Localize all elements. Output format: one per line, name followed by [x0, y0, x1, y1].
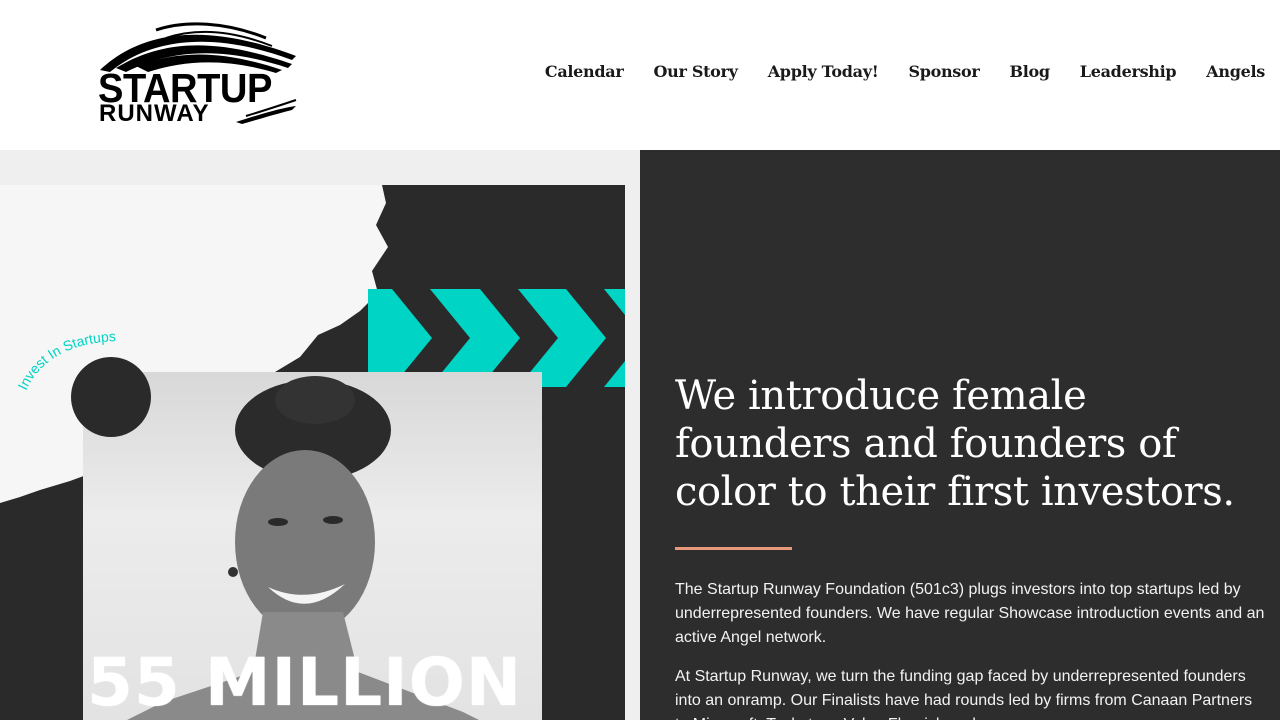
- promo-image: Invest In Startups 55 MILLION: [0, 185, 625, 720]
- startup-runway-logo[interactable]: STARTUP RUNWAY: [96, 16, 300, 128]
- hero-paragraph-1: The Startup Runway Foundation (501c3) pl…: [675, 581, 1265, 646]
- nav-calendar[interactable]: Calendar: [545, 62, 624, 81]
- hero-headline: We introduce female founders and founder…: [675, 373, 1235, 515]
- site-header: STARTUP RUNWAY Calendar Our Story Apply …: [0, 0, 1280, 150]
- founder-photo: 55 MILLION: [83, 372, 542, 720]
- nav-sponsor[interactable]: Sponsor: [908, 62, 979, 81]
- nav-leadership[interactable]: Leadership: [1080, 62, 1177, 81]
- main-nav: Calendar Our Story Apply Today! Sponsor …: [515, 62, 1265, 81]
- hero-panel: We introduce female founders and founder…: [640, 150, 1280, 720]
- nav-blog[interactable]: Blog: [1010, 62, 1051, 81]
- decorative-circle: [71, 357, 151, 437]
- nav-our-story[interactable]: Our Story: [653, 62, 738, 81]
- big-number-text: 55 MILLION: [87, 644, 523, 720]
- accent-divider: [675, 547, 792, 550]
- nav-angels[interactable]: Angels: [1206, 62, 1265, 81]
- promo-panel: Invest In Startups 55 MILLION: [0, 150, 640, 720]
- nav-apply-today[interactable]: Apply Today!: [768, 62, 879, 81]
- hero-paragraph-2: At Startup Runway, we turn the funding g…: [675, 668, 1253, 720]
- logo-swoosh-icon: [236, 99, 297, 124]
